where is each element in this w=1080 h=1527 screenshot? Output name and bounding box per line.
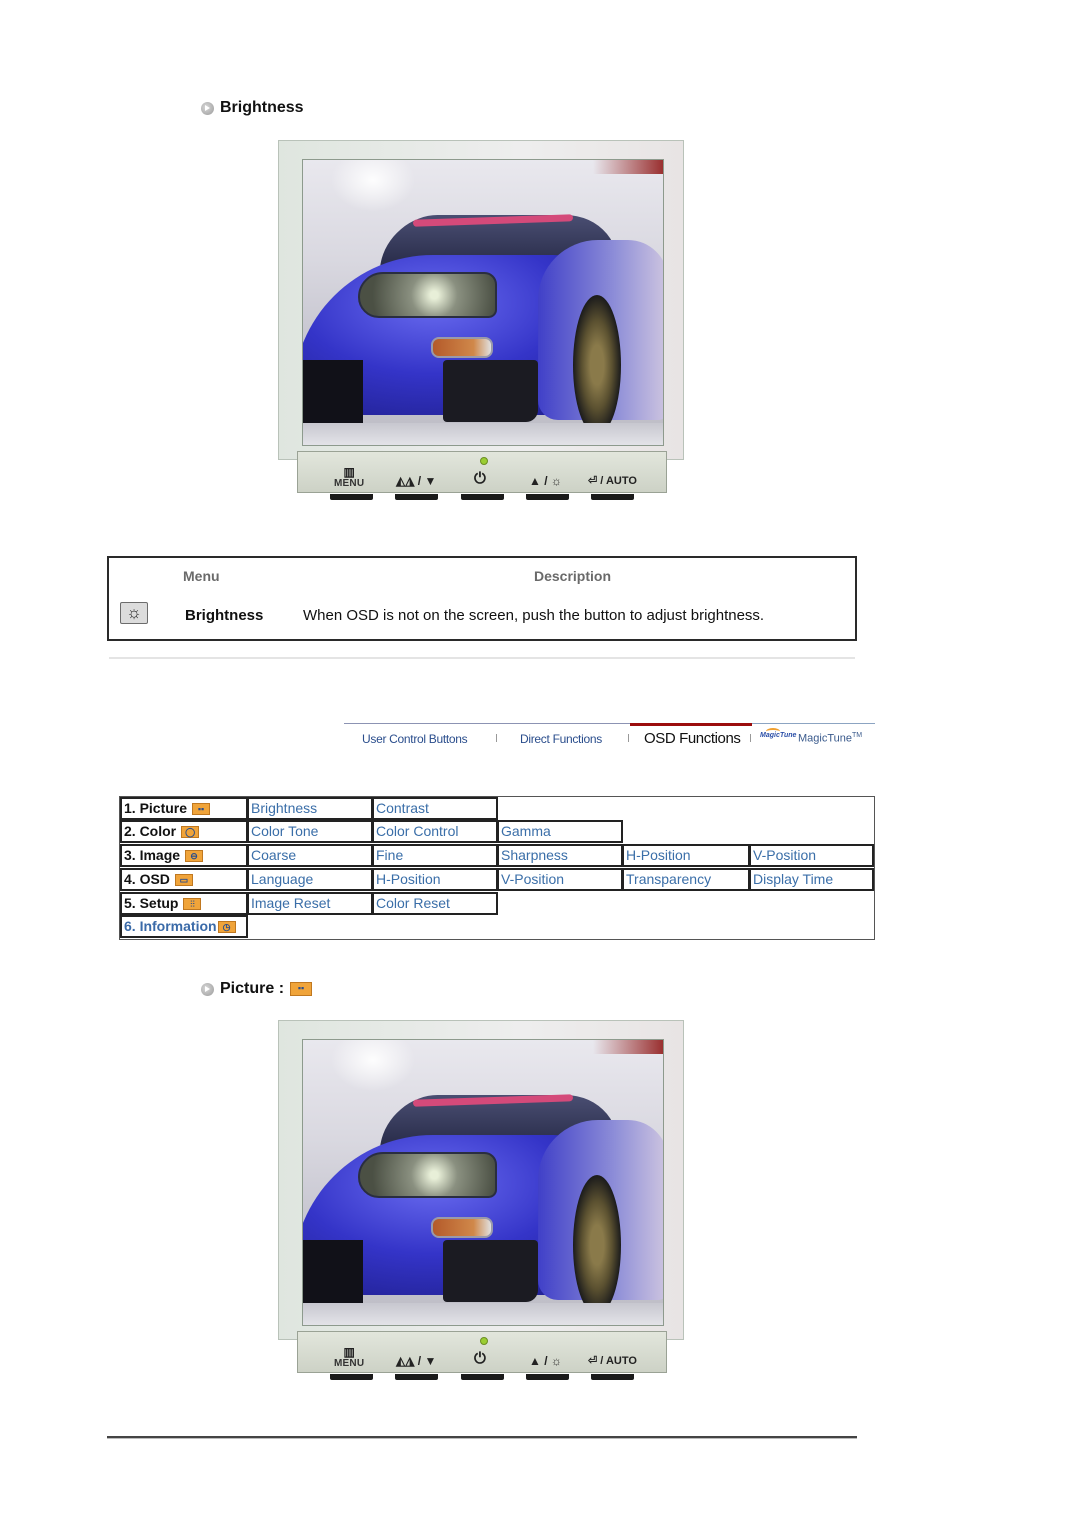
- osd-item-brightness[interactable]: Brightness: [247, 797, 373, 820]
- tab-magictune[interactable]: MagicTuneTM: [798, 732, 862, 745]
- enter-auto-button[interactable]: ⏎ / AUTO: [588, 1348, 637, 1374]
- osd-icon: ▭: [174, 873, 193, 886]
- physical-key: [591, 1374, 634, 1380]
- osd-category-osd[interactable]: 4. OSD ▭: [120, 868, 248, 891]
- osd-item-osd-h-position[interactable]: H-Position: [372, 868, 498, 891]
- enter-auto-icon: ⏎ / AUTO: [588, 475, 637, 487]
- tab-separator: [750, 734, 751, 742]
- enter-auto-icon: ⏎ / AUTO: [588, 1355, 637, 1367]
- menu-item-name: Brightness: [185, 607, 264, 624]
- osd-category-image[interactable]: 3. Image ⊖: [120, 844, 248, 867]
- bullet-arrow-icon: [201, 982, 214, 996]
- monitor-control-panel: ▥ MENU ◭◮ / ▼ ⏻ ▲ / ☼ ⏎ / AUTO: [297, 1331, 667, 1373]
- osd-item-display-time[interactable]: Display Time: [749, 868, 874, 891]
- osd-category-picture[interactable]: 1. Picture ▪▪: [120, 797, 248, 820]
- column-header-menu: Menu: [183, 568, 220, 584]
- monitor-screen-car-image: [302, 159, 664, 446]
- power-icon: ⏻: [474, 470, 486, 487]
- osd-item-sharpness[interactable]: Sharpness: [497, 844, 623, 867]
- magictune-logo-icon[interactable]: MagicTune: [760, 728, 796, 739]
- tab-osd-functions[interactable]: OSD Functions: [644, 730, 741, 747]
- monitor-screen-car-image: [302, 1039, 664, 1326]
- section-title: Brightness: [220, 99, 304, 116]
- power-button[interactable]: ⏻: [474, 466, 486, 492]
- physical-key: [330, 1374, 373, 1380]
- tab-separator: [628, 734, 629, 742]
- section-heading-brightness: Brightness: [201, 99, 304, 117]
- menu-icon: ▥: [343, 1344, 355, 1359]
- tab-user-control-buttons[interactable]: User Control Buttons: [362, 732, 468, 746]
- sun-brightness-icon: ☼: [120, 602, 148, 624]
- physical-key: [526, 1374, 569, 1380]
- monitor-illustration: ▥ MENU ◭◮ / ▼ ⏻ ▲ / ☼ ⏎ / AUTO: [278, 1020, 688, 1385]
- magicbright-down-button[interactable]: ◭◮ / ▼: [396, 1348, 436, 1374]
- section-divider: [109, 657, 855, 659]
- physical-key: [395, 494, 438, 500]
- image-icon: ⊖: [185, 849, 204, 862]
- power-led-icon: [480, 1337, 488, 1345]
- physical-key: [330, 494, 373, 500]
- picture-icon: ▪▪: [192, 802, 211, 815]
- power-icon: ⏻: [474, 1350, 486, 1367]
- osd-item-color-control[interactable]: Color Control: [372, 820, 498, 843]
- bottom-divider: [107, 1436, 857, 1439]
- physical-key: [461, 494, 504, 500]
- enter-auto-button[interactable]: ⏎ / AUTO: [588, 468, 637, 494]
- tab-direct-functions[interactable]: Direct Functions: [520, 732, 602, 746]
- osd-item-color-tone[interactable]: Color Tone: [247, 820, 373, 843]
- setup-icon: ⫶⫶: [183, 897, 202, 910]
- osd-item-image-v-position[interactable]: V-Position: [749, 844, 874, 867]
- picture-icon: ▪▪: [290, 982, 313, 996]
- physical-key: [395, 1374, 438, 1380]
- osd-category-color[interactable]: 2. Color ◯: [120, 820, 248, 843]
- information-icon: ◷: [217, 920, 236, 933]
- physical-key: [526, 494, 569, 500]
- osd-item-image-reset[interactable]: Image Reset: [247, 892, 373, 915]
- up-brightness-button[interactable]: ▲ / ☼: [529, 468, 562, 494]
- osd-item-osd-v-position[interactable]: V-Position: [497, 868, 623, 891]
- osd-item-image-h-position[interactable]: H-Position: [622, 844, 750, 867]
- active-tab-indicator: [630, 723, 752, 726]
- physical-key: [461, 1374, 504, 1380]
- monitor-illustration: ▥ MENU ◭◮ / ▼ ⏻ ▲ / ☼ ⏎ / AUTO: [278, 140, 688, 505]
- magicbright-down-icon: ◭◮ / ▼: [396, 474, 437, 488]
- osd-category-setup[interactable]: 5. Setup ⫶⫶: [120, 892, 248, 915]
- osd-item-language[interactable]: Language: [247, 868, 373, 891]
- osd-item-contrast[interactable]: Contrast: [372, 797, 498, 820]
- osd-item-gamma[interactable]: Gamma: [497, 820, 623, 843]
- osd-category-information[interactable]: 6. Information ◷: [120, 915, 248, 938]
- section-title: Picture :: [220, 980, 285, 997]
- menu-item-description: When OSD is not on the screen, push the …: [303, 607, 765, 624]
- menu-button[interactable]: ▥ MENU: [334, 464, 364, 490]
- up-brightness-icon: ▲ / ☼: [529, 1354, 562, 1368]
- magicbright-down-icon: ◭◮ / ▼: [396, 1354, 437, 1368]
- menu-description-table: Menu Description ☼ Brightness When OSD i…: [107, 556, 857, 641]
- tab-navigation: User Control Buttons Direct Functions OS…: [344, 723, 875, 753]
- tab-separator: [496, 734, 497, 742]
- column-header-description: Description: [534, 568, 612, 584]
- magicbright-down-button[interactable]: ◭◮ / ▼: [396, 468, 436, 494]
- up-brightness-icon: ▲ / ☼: [529, 474, 562, 488]
- menu-button[interactable]: ▥ MENU: [334, 1344, 364, 1370]
- bullet-arrow-icon: [201, 101, 214, 115]
- section-heading-picture: Picture : ▪▪: [201, 980, 313, 998]
- osd-item-color-reset[interactable]: Color Reset: [372, 892, 498, 915]
- up-brightness-button[interactable]: ▲ / ☼: [529, 1348, 562, 1374]
- osd-menu-grid: 1. Picture ▪▪ Brightness Contrast 2. Col…: [119, 796, 875, 940]
- menu-icon: ▥: [343, 464, 355, 479]
- power-led-icon: [480, 457, 488, 465]
- osd-item-coarse[interactable]: Coarse: [247, 844, 373, 867]
- power-button[interactable]: ⏻: [474, 1346, 486, 1372]
- physical-key: [591, 494, 634, 500]
- osd-item-fine[interactable]: Fine: [372, 844, 498, 867]
- monitor-control-panel: ▥ MENU ◭◮ / ▼ ⏻ ▲ / ☼ ⏎ / AUTO: [297, 451, 667, 493]
- osd-item-transparency[interactable]: Transparency: [622, 868, 750, 891]
- color-icon: ◯: [181, 825, 200, 838]
